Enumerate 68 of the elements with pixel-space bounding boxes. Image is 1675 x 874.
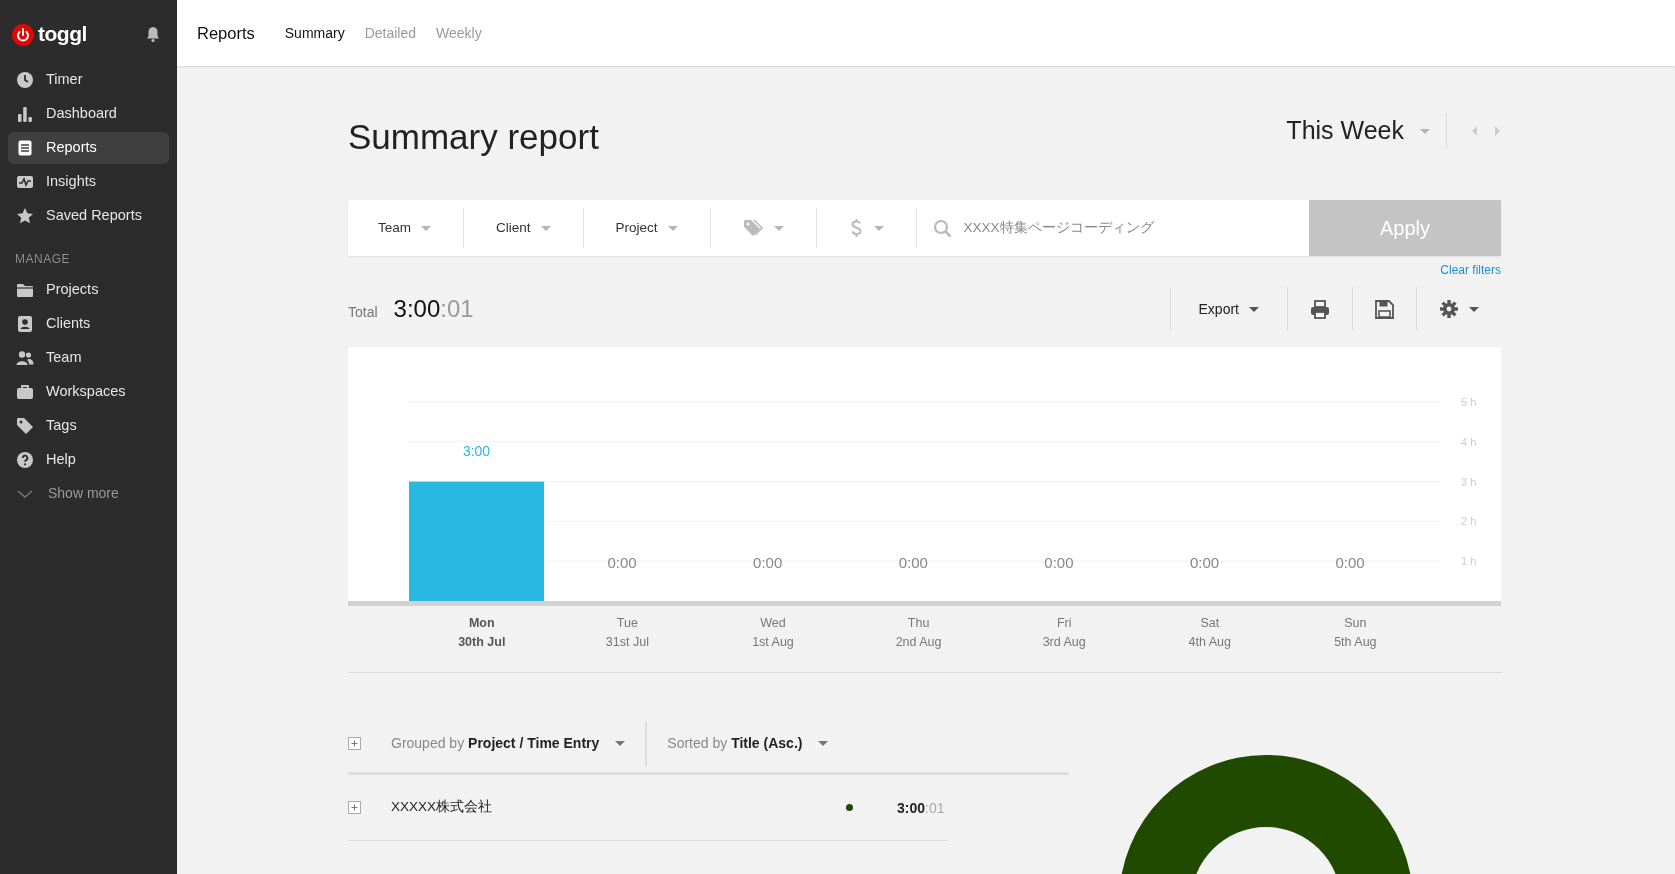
expand-icon[interactable] xyxy=(348,737,361,750)
project-name: XXXXX株式会社 xyxy=(391,798,494,817)
day-label: Mon xyxy=(467,615,496,632)
total-duration: 3:00:01 xyxy=(393,294,474,324)
total-label: Total xyxy=(348,303,378,322)
sidebar-item[interactable]: Saved Reports xyxy=(8,199,169,232)
period-dropdown[interactable]: This Week xyxy=(1286,112,1430,150)
report-tab[interactable]: Summary xyxy=(284,22,345,44)
value-label: 0:00 xyxy=(1044,554,1074,571)
sidebar-item[interactable]: Clients xyxy=(8,307,169,340)
sidebar-item[interactable]: Reports xyxy=(8,131,169,164)
sidebar-item[interactable]: Dashboard xyxy=(8,97,169,130)
filter-dropdown[interactable]: Client xyxy=(464,208,584,248)
day-label: Sun xyxy=(1343,615,1368,632)
contact-card-icon xyxy=(16,314,34,333)
logo-text: toggl xyxy=(38,21,87,47)
value-label: 3:00 xyxy=(462,442,491,459)
bell-icon[interactable] xyxy=(145,26,161,43)
expand-icon[interactable] xyxy=(348,801,361,814)
project-duration: 3:00:01 xyxy=(897,798,945,818)
save-icon xyxy=(1375,299,1394,319)
section-label: MANAGE xyxy=(15,250,71,268)
show-more-link[interactable]: Show more xyxy=(8,477,169,510)
filter-dropdown[interactable]: Project xyxy=(583,208,711,248)
bar-chart-icon xyxy=(16,104,34,123)
sidebar-item[interactable]: Help xyxy=(8,443,169,476)
people-icon xyxy=(16,348,34,367)
day-label: Wed xyxy=(759,615,787,632)
day-label: Thu xyxy=(906,615,931,632)
search-icon xyxy=(932,218,952,238)
value-label: 0:00 xyxy=(1189,554,1220,571)
briefcase-icon xyxy=(16,382,34,401)
sidebar-item[interactable]: Projects xyxy=(8,273,169,306)
sidebar-item[interactable]: Team xyxy=(8,341,169,374)
date-label: 2nd Aug xyxy=(894,634,943,651)
date-label: 3rd Aug xyxy=(1041,634,1087,651)
date-label: 5th Aug xyxy=(1333,634,1378,651)
dollar-icon xyxy=(848,218,864,238)
date-label: 1st Aug xyxy=(751,634,795,651)
help-icon xyxy=(16,450,34,469)
value-label: 0:00 xyxy=(1335,554,1365,571)
value-label: 0:00 xyxy=(898,554,928,571)
sidebar-item[interactable]: Tags xyxy=(8,409,169,442)
search-field[interactable]: XXXX特集ページコーディング xyxy=(961,216,1309,240)
document-icon xyxy=(16,138,34,157)
date-label: 4th Aug xyxy=(1187,634,1232,651)
report-title: Summary report xyxy=(348,116,599,158)
star-icon xyxy=(16,206,34,225)
gear-icon xyxy=(1439,299,1459,319)
power-logo-icon xyxy=(12,23,34,46)
sort-by-dropdown[interactable]: Sorted by Title (Asc.) xyxy=(647,733,849,754)
page-title: Reports xyxy=(197,22,255,44)
value-label: 0:00 xyxy=(753,554,783,571)
day-label: Fri xyxy=(1055,615,1073,632)
date-label: 30th Jul xyxy=(457,634,507,651)
day-label: Tue xyxy=(615,615,639,632)
sidebar-item[interactable]: Workspaces xyxy=(8,375,169,408)
export-button[interactable]: Export xyxy=(1169,287,1287,331)
tag-icon xyxy=(16,416,34,435)
print-icon xyxy=(1310,299,1330,319)
value-label: 0:00 xyxy=(607,554,637,571)
tags-icon xyxy=(742,219,764,237)
sidebar-item[interactable]: Timer xyxy=(8,63,169,96)
clock-icon xyxy=(16,70,34,89)
sidebar-item[interactable]: Insights xyxy=(8,165,169,198)
date-label: 31st Jul xyxy=(604,634,650,651)
day-label: Sat xyxy=(1199,615,1221,632)
filter-dropdown[interactable]: Team xyxy=(348,208,464,248)
